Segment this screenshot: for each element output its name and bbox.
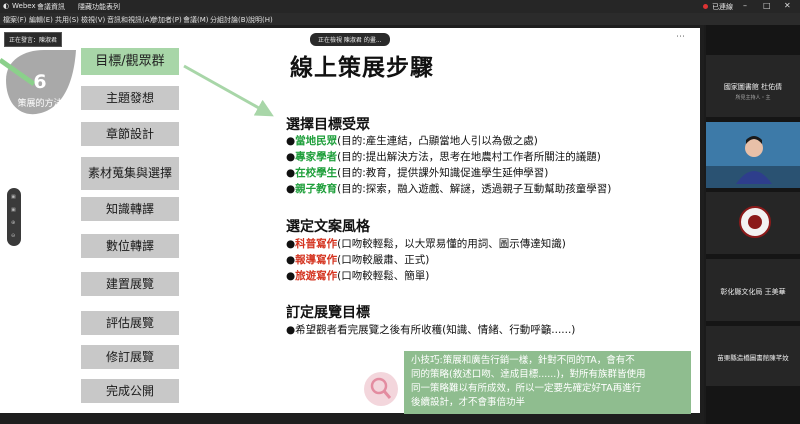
step-menu-digital: 數位轉譯 xyxy=(81,234,179,258)
step-menu-theme: 主題發想 xyxy=(81,86,179,110)
section-heading: 訂定展覽目標 xyxy=(286,305,370,321)
slide-title: 線上策展步驟 xyxy=(290,55,434,81)
list-item: ●科普寫作(口吻較輕鬆，以大眾易懂的用詞、圖示傳達知識) xyxy=(286,238,566,250)
participant-name: 苗栗縣造橋圖書館陳芊妏 xyxy=(717,354,789,362)
menu-help[interactable]: 說明(H) xyxy=(248,15,273,25)
step-number: 6 xyxy=(33,71,46,93)
menu-participants[interactable]: 參加者(P) xyxy=(151,15,182,25)
menu-bar: 檔案(F) 編輯(E) 共用(S) 檢視(V) 音訊和視訊(A) 參加者(P) … xyxy=(0,13,800,25)
webex-logo-icon: ◐ xyxy=(3,2,10,10)
menu-breakout[interactable]: 分組討論(B) xyxy=(210,15,248,25)
step-menu-target-audience: 目標/觀眾群 xyxy=(81,48,179,75)
tip-line: 同一策略難以有所成效，所以一定要先確定好TA再進行 xyxy=(411,383,642,394)
recording-indicator-icon xyxy=(703,4,708,9)
zoom-out-icon[interactable]: ⊖ xyxy=(11,233,15,239)
list-item: ●親子教育(目的:探索，融入遊戲、解謎，透過親子互動幫助孩童學習) xyxy=(286,183,612,195)
search-magnifier-icon xyxy=(364,372,398,406)
organization-logo-icon xyxy=(739,206,771,238)
participant-role: 所見主持人・主 xyxy=(735,95,771,101)
title-bar: ◐ Webex 會議資訊 隱藏功能表列 已連線 – □ ✕ xyxy=(0,0,800,13)
participant-tile[interactable]: 苗栗縣造橋圖書館陳芊妏 xyxy=(706,326,800,386)
menu-audio-video[interactable]: 音訊和視訊(A) xyxy=(107,15,152,25)
participant-name: 彰化縣文化局 王美華 xyxy=(720,288,786,296)
list-item: ●旅遊寫作(口吻較輕鬆、簡單) xyxy=(286,270,430,282)
more-options-icon[interactable]: ⋯ xyxy=(676,32,685,42)
menu-view[interactable]: 檢視(V) xyxy=(81,15,105,25)
list-item: ●在校學生(目的:教育，提供課外知識促進學生延伸學習) xyxy=(286,167,549,179)
list-item: ●當地民眾(目的:產生連結，凸顯當地人引以為傲之處) xyxy=(286,135,538,147)
maximize-icon[interactable]: □ xyxy=(763,1,771,10)
tip-line: 後續設計，才不會事倍功半 xyxy=(411,397,526,408)
step-badge: 6 策展的方法 xyxy=(0,50,76,115)
tip-line: 同的策略(敘述口吻、達成目標......)，對所有族群皆使用 xyxy=(411,369,646,380)
step-label: 策展的方法 xyxy=(17,97,62,109)
step-menu-build: 建置展覽 xyxy=(81,272,179,296)
step-menu-knowledge: 知識轉譯 xyxy=(81,197,179,221)
step-menu-evaluate: 評估展覽 xyxy=(81,311,179,335)
menu-edit[interactable]: 編輯(E) xyxy=(29,15,53,25)
active-speaker-label: 正在發言：陳淑君 xyxy=(4,32,63,47)
viewing-share-label[interactable]: 正在檢視 陳淑君 的畫... xyxy=(310,33,390,46)
hide-menubar-menu[interactable]: 隱藏功能表列 xyxy=(78,2,120,12)
minimize-icon[interactable]: – xyxy=(743,1,747,10)
menu-meeting[interactable]: 會議(M) xyxy=(183,15,209,25)
step-menu-publish: 完成公開 xyxy=(81,379,179,403)
connection-status: 已連線 xyxy=(712,3,733,11)
toolbar-icon[interactable]: ▣ xyxy=(11,207,16,213)
section-heading: 選定文案風格 xyxy=(286,219,370,235)
step-menu-materials: 素材蒐集與選擇 xyxy=(81,157,179,190)
zoom-in-icon[interactable]: ⊕ xyxy=(11,220,15,226)
participant-video-tile[interactable] xyxy=(706,122,800,188)
participant-tile[interactable]: 國家圖書館 杜佑倩 所見主持人・主 xyxy=(706,55,800,117)
participant-tile[interactable] xyxy=(706,192,800,254)
meeting-info-menu[interactable]: 會議資訊 xyxy=(37,2,65,12)
section-heading: 選擇目標受眾 xyxy=(286,117,370,133)
video-feed xyxy=(706,122,800,188)
participant-name: 國家圖書館 杜佑倩 xyxy=(723,83,783,91)
tip-box: 小技巧:策展和廣告行銷一樣，針對不同的TA，會有不 同的策略(敘述口吻、達成目標… xyxy=(404,351,691,414)
app-name: Webex xyxy=(12,2,36,10)
toolbar-icon[interactable]: ▣ xyxy=(11,194,16,200)
menu-file[interactable]: 檔案(F) xyxy=(3,15,27,25)
list-item: ●專家學者(目的:提出解決方法，思考在地農村工作者所關注的議題) xyxy=(286,151,601,163)
menu-share[interactable]: 共用(S) xyxy=(55,15,79,25)
list-item: ●希望觀者看完展覽之後有所收穫(知識、情緒、行動呼籲......) xyxy=(286,324,576,336)
tip-line: 小技巧:策展和廣告行銷一樣，針對不同的TA，會有不 xyxy=(411,355,635,366)
list-item: ●報導寫作(口吻較嚴肅、正式) xyxy=(286,254,430,266)
step-menu-chapters: 章節設計 xyxy=(81,122,179,146)
step-menu-revise: 修訂展覽 xyxy=(81,345,179,369)
participant-tile[interactable]: 彰化縣文化局 王美華 xyxy=(706,259,800,321)
annotation-toolbar[interactable]: ▣ ▣ ⊕ ⊖ xyxy=(7,188,21,246)
arrow-icon xyxy=(183,64,274,117)
close-icon[interactable]: ✕ xyxy=(784,1,791,10)
